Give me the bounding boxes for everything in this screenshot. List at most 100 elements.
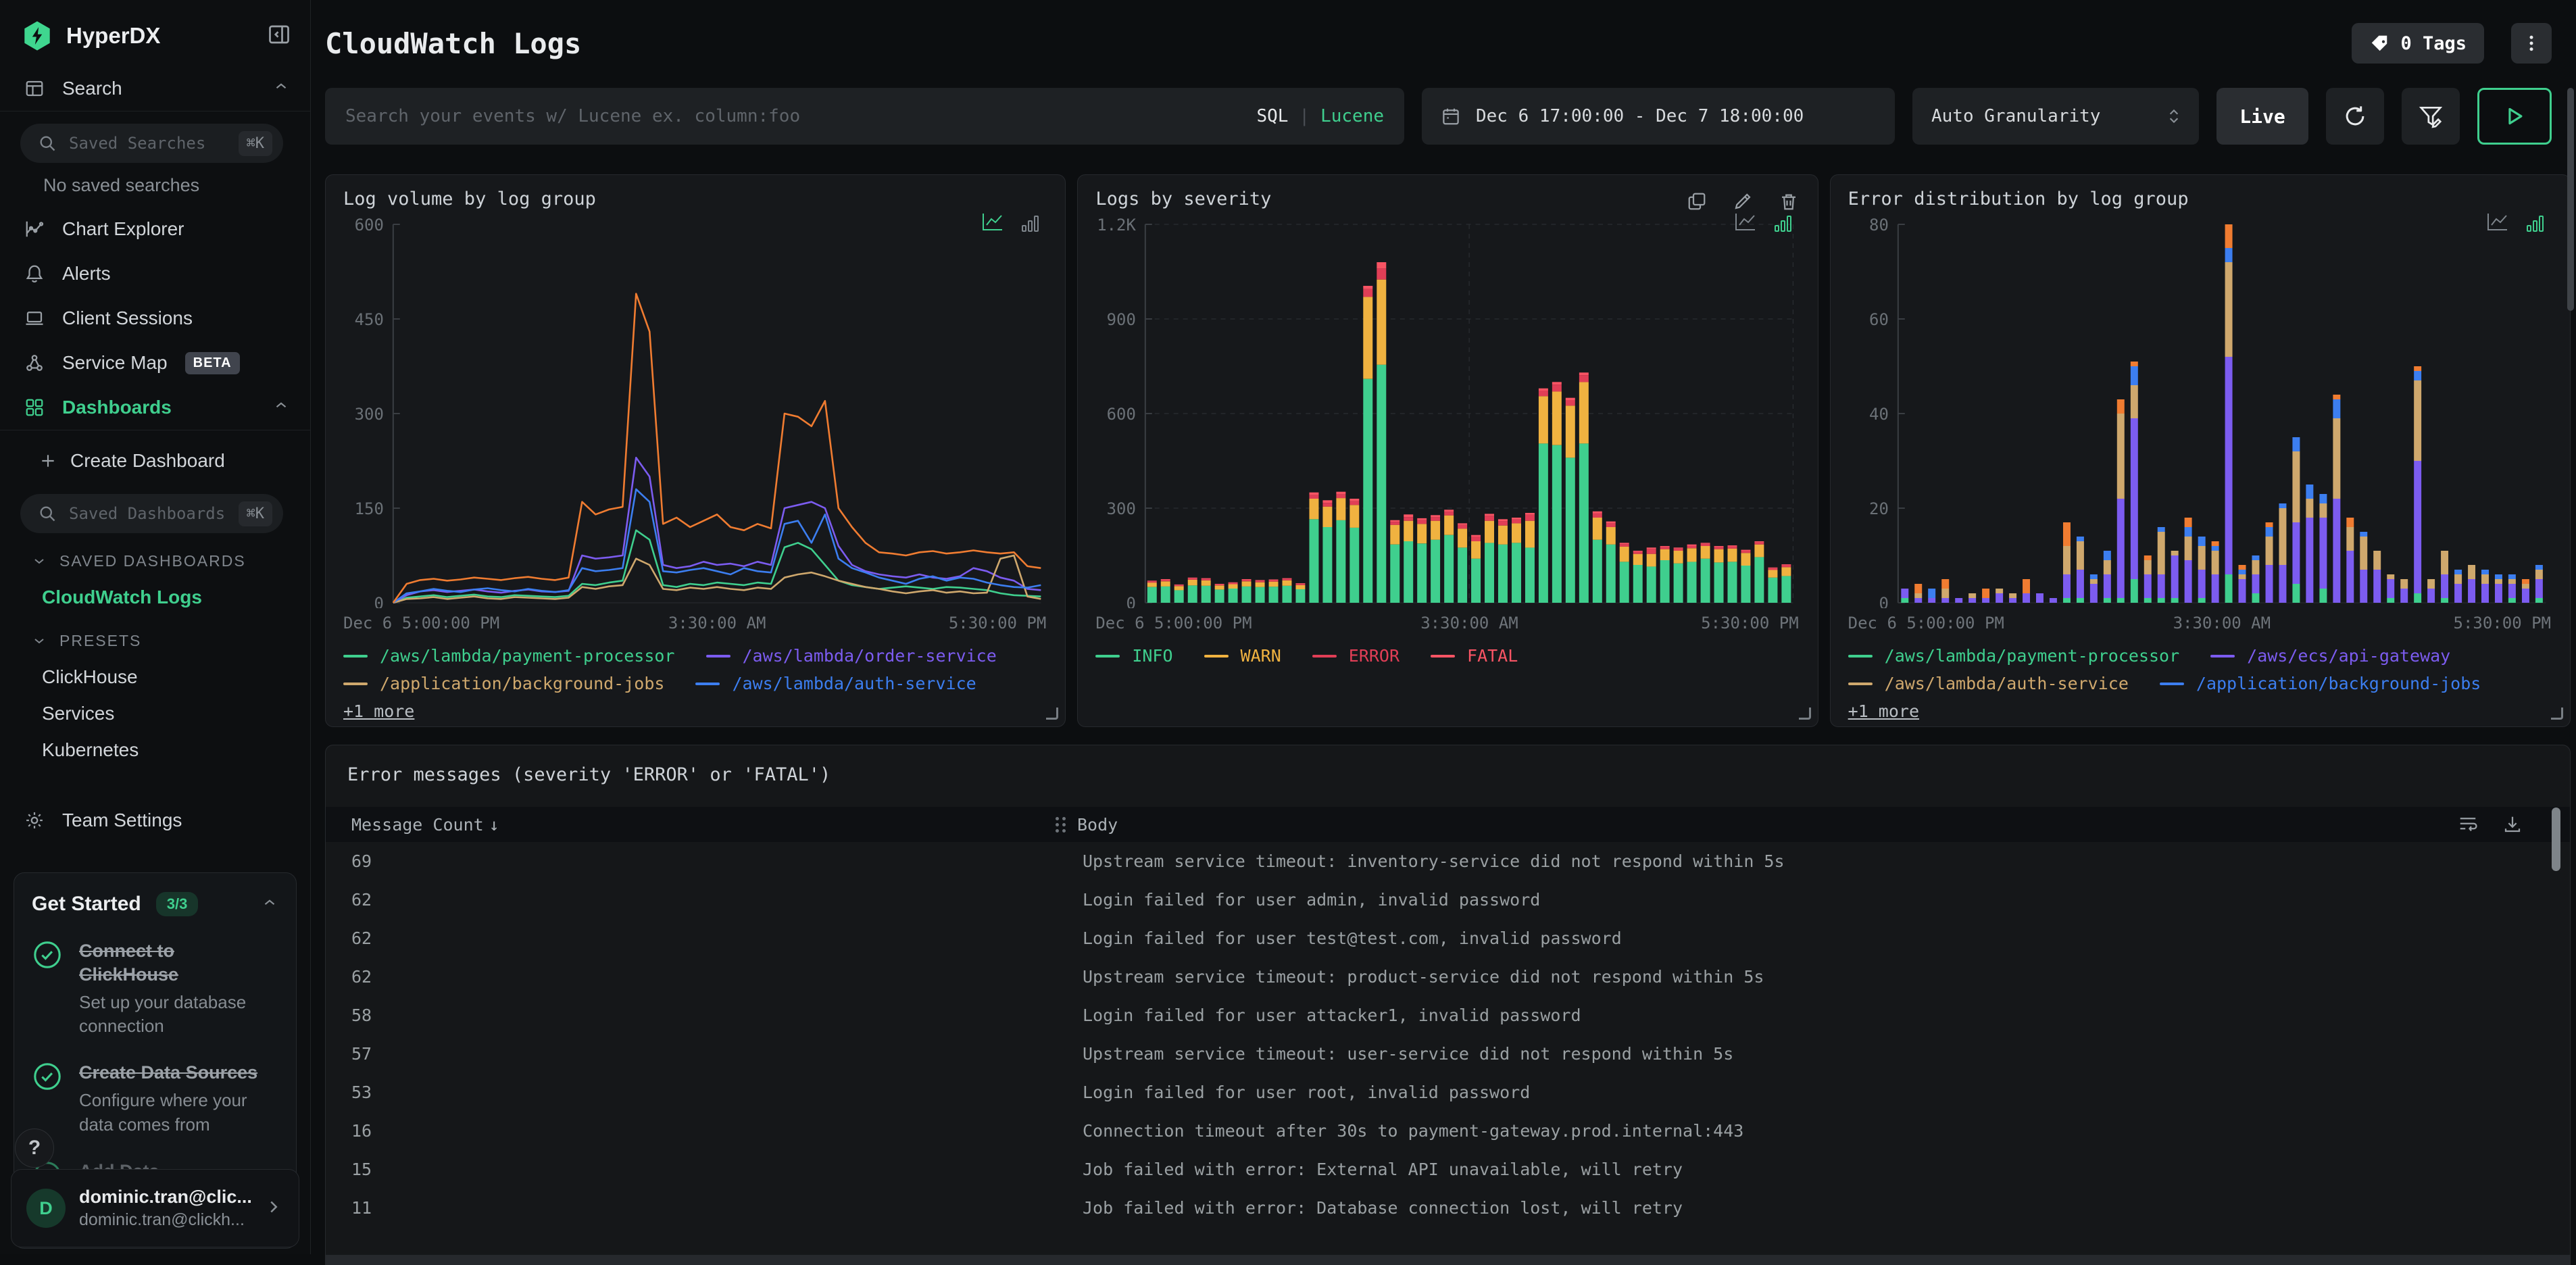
granularity-select[interactable]: Auto Granularity [1912, 88, 2199, 145]
svg-text:80: 80 [1869, 216, 1889, 234]
sidebar-item-service-map[interactable]: Service Map BETA [0, 341, 310, 385]
legend-swatch [1095, 655, 1120, 658]
legend-item[interactable]: /aws/lambda/payment-processor [1848, 646, 2180, 666]
body-cell: Login failed for user root, invalid pass… [1083, 1083, 1530, 1102]
table-row[interactable]: 53Login failed for user root, invalid pa… [326, 1073, 2570, 1112]
download-icon[interactable] [2502, 814, 2523, 835]
preset-kubernetes[interactable]: Kubernetes [0, 732, 310, 768]
error-distribution-chart[interactable]: 020406080 [1848, 212, 2552, 608]
sidebar-item-chart-explorer[interactable]: Chart Explorer [0, 207, 310, 251]
table-vertical-scrollbar[interactable] [2552, 808, 2560, 871]
svg-text:20: 20 [1869, 499, 1889, 518]
bar-chart-toggle-icon[interactable] [1020, 213, 1041, 233]
table-horizontal-scrollbar[interactable] [326, 1255, 2570, 1265]
line-chart-toggle-icon[interactable] [2486, 212, 2509, 233]
legend-item[interactable]: FATAL [1431, 646, 1518, 666]
service-map-icon [24, 353, 46, 373]
x-axis-tick-label: Dec 6 5:00:00 PM [343, 614, 499, 632]
create-dashboard-button[interactable]: Create Dashboard [0, 440, 310, 482]
user-profile[interactable]: D dominic.tran@clic... dominic.tran@clic… [11, 1169, 299, 1247]
help-button[interactable]: ? [15, 1128, 54, 1168]
refresh-button[interactable] [2326, 88, 2384, 145]
plus-icon [39, 452, 57, 470]
lucene-mode-toggle[interactable]: Lucene [1320, 106, 1384, 126]
legend-item[interactable]: WARN [1204, 646, 1281, 666]
drag-handle-icon[interactable] [1056, 817, 1066, 833]
legend-swatch [1848, 655, 1873, 658]
table-row[interactable]: 62Login failed for user admin, invalid p… [326, 880, 2570, 919]
table-row[interactable]: 62Login failed for user test@test.com, i… [326, 919, 2570, 958]
legend-more-link[interactable]: +1 more [1848, 701, 1919, 721]
wrap-text-icon[interactable] [2458, 814, 2478, 835]
table-row[interactable]: 57Upstream service timeout: user-service… [326, 1035, 2570, 1073]
line-chart-toggle-icon[interactable] [981, 212, 1004, 233]
tags-button[interactable]: 0 Tags [2352, 23, 2484, 64]
legend-item[interactable]: INFO [1095, 646, 1172, 666]
chevron-up-icon[interactable] [261, 894, 278, 915]
sidebar-item-label: Chart Explorer [62, 218, 184, 240]
date-range-picker[interactable]: Dec 6 17:00:00 - Dec 7 18:00:00 [1422, 88, 1895, 145]
sidebar-item-client-sessions[interactable]: Client Sessions [0, 296, 310, 341]
legend-item[interactable]: /aws/lambda/auth-service [1848, 674, 2129, 693]
table-row[interactable]: 11Job failed with error: Database connec… [326, 1189, 2570, 1227]
legend-more-link[interactable]: +1 more [343, 701, 414, 721]
get-started-item[interactable]: Create Data Sources Configure where your… [32, 1061, 278, 1136]
sidebar-item-alerts[interactable]: Alerts [0, 251, 310, 296]
legend-item[interactable]: /aws/lambda/auth-service [695, 674, 976, 693]
bar-chart-toggle-icon[interactable] [2525, 213, 2546, 233]
log-volume-chart[interactable]: 0150300450600 [343, 212, 1047, 608]
delete-icon[interactable] [1779, 191, 1799, 212]
chevron-up-icon[interactable] [272, 397, 290, 419]
legend-item[interactable]: ERROR [1312, 646, 1400, 666]
legend-label: /aws/lambda/payment-processor [380, 646, 675, 666]
chevron-down-icon [31, 632, 47, 649]
section-saved-dashboards[interactable]: SAVED DASHBOARDS [0, 543, 310, 579]
table-row[interactable]: 69Upstream service timeout: inventory-se… [326, 842, 2570, 880]
sql-mode-toggle[interactable]: SQL [1256, 106, 1288, 126]
bell-icon [24, 264, 46, 284]
x-axis-tick-label: Dec 6 5:00:00 PM [1848, 614, 2004, 632]
saved-dashboards-input[interactable]: Saved Dashboards ⌘K [20, 494, 283, 533]
edit-icon[interactable] [1733, 191, 1753, 212]
legend-item[interactable]: /aws/ecs/api-gateway [2210, 646, 2450, 666]
sidebar-item-search[interactable]: Search [0, 66, 310, 111]
sidebar-item-dashboards[interactable]: Dashboards [0, 385, 310, 430]
kebab-menu-button[interactable] [2511, 23, 2552, 64]
event-search-input[interactable]: Search your events w/ Lucene ex. column:… [325, 88, 1404, 145]
column-header-message-count[interactable]: Message Count ↓ [326, 815, 499, 835]
legend-item[interactable]: /application/background-jobs [2160, 674, 2481, 693]
preset-clickhouse[interactable]: ClickHouse [0, 659, 310, 695]
collapse-sidebar-icon[interactable] [267, 22, 291, 50]
preset-services[interactable]: Services [0, 695, 310, 732]
legend-item[interactable]: /aws/lambda/order-service [706, 646, 997, 666]
message-count-cell: 15 [326, 1160, 372, 1179]
kebab-icon [2521, 33, 2542, 53]
legend-item[interactable]: /application/background-jobs [343, 674, 664, 693]
body-cell: Login failed for user test@test.com, inv… [1083, 928, 1622, 948]
table-row[interactable]: 58Login failed for user attacker1, inval… [326, 996, 2570, 1035]
table-row[interactable]: 15Job failed with error: External API un… [326, 1150, 2570, 1189]
line-chart-toggle-icon[interactable] [1734, 212, 1757, 233]
saved-searches-input[interactable]: Saved Searches ⌘K [20, 124, 283, 163]
live-button[interactable]: Live [2216, 88, 2308, 145]
x-axis-tick-label: 5:30:00 PM [949, 614, 1047, 632]
section-presets[interactable]: PRESETS [0, 622, 310, 659]
logs-by-severity-chart[interactable]: 03006009001.2K [1095, 212, 1800, 608]
run-query-button[interactable] [2477, 88, 2552, 145]
sidebar-item-label: Team Settings [62, 810, 182, 831]
legend-item[interactable]: /aws/lambda/payment-processor [343, 646, 675, 666]
bar-chart-toggle-icon[interactable] [1773, 213, 1793, 233]
table-row[interactable]: 62Upstream service timeout: product-serv… [326, 958, 2570, 996]
main-content: CloudWatch Logs 0 Tags Search your event… [312, 0, 2576, 1254]
duplicate-icon[interactable] [1687, 191, 1707, 212]
chevron-up-icon[interactable] [272, 78, 290, 100]
sidebar-item-team-settings[interactable]: Team Settings [0, 798, 310, 843]
column-header-body[interactable]: Body [1056, 815, 1118, 835]
svg-text:300: 300 [355, 405, 384, 424]
get-started-item[interactable]: Connect to ClickHouse Set up your databa… [32, 939, 278, 1038]
saved-dashboard-cloudwatch-logs[interactable]: CloudWatch Logs [0, 579, 310, 616]
page-scrollbar[interactable] [2567, 88, 2574, 311]
filter-button[interactable] [2402, 88, 2460, 145]
table-row[interactable]: 16Connection timeout after 30s to paymen… [326, 1112, 2570, 1150]
sidebar-item-label: Dashboards [62, 397, 172, 418]
